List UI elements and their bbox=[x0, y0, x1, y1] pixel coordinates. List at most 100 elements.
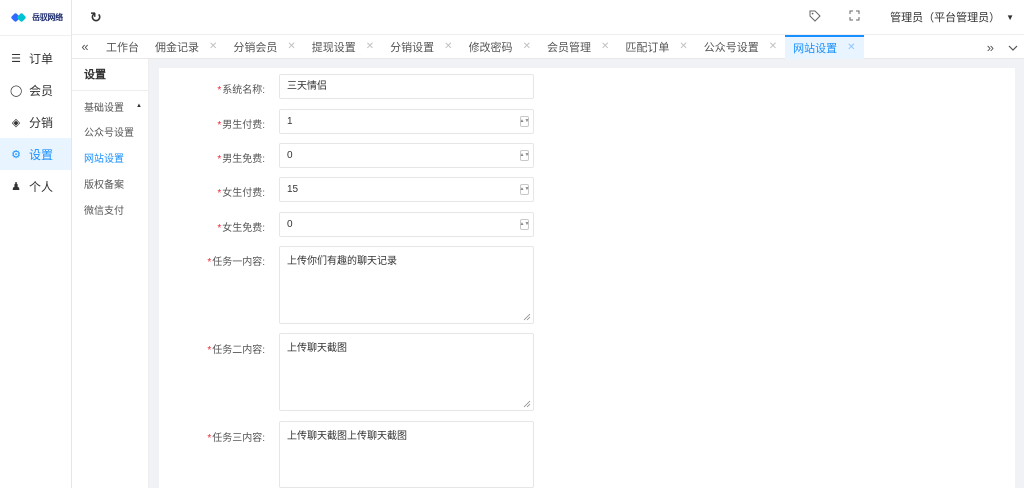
tab-label: 会员管理 bbox=[546, 41, 591, 54]
female-free-label: *女生免费: bbox=[217, 219, 265, 234]
main-sidebar: 岳驭网络 ☰ 订单 ◯ 会员 ◈ 分销 ⚙ 设置 ♟ 个人 bbox=[0, 0, 72, 488]
close-icon[interactable]: ✕ bbox=[366, 41, 374, 52]
chevron-down-icon[interactable]: ▼ bbox=[1006, 13, 1014, 22]
refresh-icon[interactable]: ↻ bbox=[90, 9, 102, 26]
tab-label: 网站设置 bbox=[793, 42, 838, 55]
female-paid-input[interactable]: 15 ▲▼ bbox=[279, 177, 534, 202]
layers-icon: ◈ bbox=[11, 116, 21, 129]
label-text: 女生免费: bbox=[222, 223, 265, 234]
submenu-item-official-account[interactable]: 公众号设置 bbox=[72, 121, 148, 147]
female-free-input[interactable]: 0 ▲▼ bbox=[279, 212, 534, 237]
submenu-item-wechat-pay[interactable]: 微信支付 bbox=[72, 199, 148, 225]
number-stepper-icon[interactable]: ▲▼ bbox=[520, 116, 529, 127]
close-icon[interactable]: ✕ bbox=[847, 42, 855, 53]
user-icon: ◯ bbox=[10, 84, 23, 97]
submenu-item-copyright[interactable]: 版权备案 bbox=[72, 173, 148, 199]
tag-icon[interactable] bbox=[809, 10, 821, 25]
tab-website-settings[interactable]: 网站设置 ✕ bbox=[785, 34, 864, 59]
close-icon[interactable]: ✕ bbox=[523, 41, 531, 52]
tab-label: 提现设置 bbox=[311, 41, 356, 54]
sidebar-item-personal[interactable]: ♟ 个人 bbox=[0, 170, 71, 202]
required-mark: * bbox=[217, 120, 222, 131]
form-row-male-free: *男生免费: 0 ▲▼ bbox=[159, 143, 1015, 169]
website-settings-form: *系统名称: 三天情侣 *男生付费: 1 ▲▼ *男生免费: 0 ▲▼ *女生付… bbox=[159, 68, 1015, 488]
tab-label: 分销设置 bbox=[390, 41, 435, 54]
tab-workbench[interactable]: 工作台 bbox=[98, 35, 147, 59]
number-stepper-icon[interactable]: ▲▼ bbox=[520, 150, 529, 161]
sidebar-item-members[interactable]: ◯ 会员 bbox=[0, 74, 71, 106]
number-stepper-icon[interactable]: ▲▼ bbox=[520, 184, 529, 195]
header-actions: 管理员（平台管理员） ▼ bbox=[809, 0, 1024, 34]
task3-textarea[interactable]: 上传聊天截图上传聊天截图 bbox=[279, 421, 534, 488]
sidebar-item-label: 个人 bbox=[29, 179, 54, 194]
tab-label: 佣金记录 bbox=[155, 41, 199, 54]
required-mark: * bbox=[207, 257, 212, 268]
fullscreen-icon[interactable] bbox=[849, 10, 860, 24]
close-icon[interactable]: ✕ bbox=[679, 41, 687, 52]
sidebar-item-label: 设置 bbox=[29, 147, 54, 162]
logo-text: 岳驭网络 bbox=[32, 13, 63, 22]
number-stepper-icon[interactable]: ▲▼ bbox=[520, 219, 529, 230]
sidebar-item-label: 订单 bbox=[29, 51, 54, 66]
tab-match-orders[interactable]: 匹配订单 ✕ bbox=[617, 35, 695, 59]
tab-label: 修改密码 bbox=[468, 41, 513, 54]
form-row-task2: *任务二内容: 上传聊天截图 bbox=[159, 333, 1015, 413]
submenu-group-label: 基础设置 bbox=[84, 102, 124, 114]
required-mark: * bbox=[217, 188, 222, 199]
tab-label: 匹配订单 bbox=[625, 41, 670, 54]
tabs-scroll-left-icon[interactable]: « bbox=[72, 39, 98, 54]
tab-commission-records[interactable]: 佣金记录 ✕ bbox=[147, 35, 225, 59]
close-icon[interactable]: ✕ bbox=[769, 41, 777, 52]
tabs-scroll-right-icon[interactable]: » bbox=[987, 40, 994, 55]
submenu-title: 设置 bbox=[72, 59, 148, 91]
tab-member-management[interactable]: 会员管理 ✕ bbox=[539, 35, 617, 59]
task1-textarea[interactable]: 上传你们有趣的聊天记录 bbox=[279, 246, 534, 324]
sidebar-item-settings[interactable]: ⚙ 设置 bbox=[0, 138, 71, 170]
input-value: 15 bbox=[287, 184, 299, 195]
tab-change-password[interactable]: 修改密码 ✕ bbox=[461, 35, 539, 59]
required-mark: * bbox=[207, 433, 212, 444]
tab-withdraw-settings[interactable]: 提现设置 ✕ bbox=[304, 35, 382, 59]
resize-handle-icon[interactable] bbox=[523, 400, 531, 408]
form-row-male-paid: *男生付费: 1 ▲▼ bbox=[159, 109, 1015, 135]
site-name-label: *系统名称: bbox=[217, 81, 265, 96]
required-mark: * bbox=[207, 345, 212, 356]
label-text: 女生付费: bbox=[222, 188, 265, 199]
male-paid-label: *男生付费: bbox=[217, 116, 265, 131]
required-mark: * bbox=[217, 85, 222, 96]
task2-label: *任务二内容: bbox=[207, 341, 265, 356]
user-menu[interactable]: 管理员（平台管理员） bbox=[890, 9, 1000, 25]
task2-textarea[interactable]: 上传聊天截图 bbox=[279, 333, 534, 411]
male-free-input[interactable]: 0 ▲▼ bbox=[279, 143, 534, 168]
close-icon[interactable]: ✕ bbox=[601, 41, 609, 52]
tab-official-account-settings[interactable]: 公众号设置 ✕ bbox=[696, 35, 785, 59]
tab-distribution-members[interactable]: 分销会员 ✕ bbox=[225, 35, 303, 59]
input-value: 0 bbox=[287, 219, 293, 230]
textarea-value: 上传聊天截图上传聊天截图 bbox=[287, 431, 407, 442]
tab-distribution-settings[interactable]: 分销设置 ✕ bbox=[382, 35, 460, 59]
tabs-menu-chevron-icon[interactable] bbox=[1008, 40, 1018, 55]
tab-label: 分销会员 bbox=[233, 41, 278, 54]
form-row-task3: *任务三内容: 上传聊天截图上传聊天截图 bbox=[159, 421, 1015, 488]
male-paid-input[interactable]: 1 ▲▼ bbox=[279, 109, 534, 134]
close-icon[interactable]: ✕ bbox=[287, 41, 295, 52]
logo-mark-icon bbox=[10, 12, 28, 24]
label-text: 系统名称: bbox=[222, 85, 265, 96]
tab-label: 公众号设置 bbox=[703, 41, 759, 54]
settings-submenu: 设置 基础设置 ▲ 公众号设置 网站设置 版权备案 微信支付 bbox=[72, 59, 149, 488]
input-value: 1 bbox=[287, 116, 293, 127]
person-icon: ♟ bbox=[11, 180, 21, 193]
sidebar-item-orders[interactable]: ☰ 订单 bbox=[0, 42, 71, 74]
submenu-item-website-settings[interactable]: 网站设置 bbox=[72, 147, 148, 173]
resize-handle-icon[interactable] bbox=[523, 313, 531, 321]
form-row-female-paid: *女生付费: 15 ▲▼ bbox=[159, 177, 1015, 203]
submenu-group-basic[interactable]: 基础设置 ▲ bbox=[72, 91, 148, 121]
label-text: 男生免费: bbox=[222, 154, 265, 165]
sidebar-item-distribution[interactable]: ◈ 分销 bbox=[0, 106, 71, 138]
close-icon[interactable]: ✕ bbox=[444, 41, 452, 52]
form-row-female-free: *女生免费: 0 ▲▼ bbox=[159, 212, 1015, 238]
close-icon[interactable]: ✕ bbox=[209, 41, 217, 52]
site-name-input[interactable]: 三天情侣 bbox=[279, 74, 534, 99]
form-row-task1: *任务一内容: 上传你们有趣的聊天记录 bbox=[159, 246, 1015, 326]
input-value: 0 bbox=[287, 150, 293, 161]
